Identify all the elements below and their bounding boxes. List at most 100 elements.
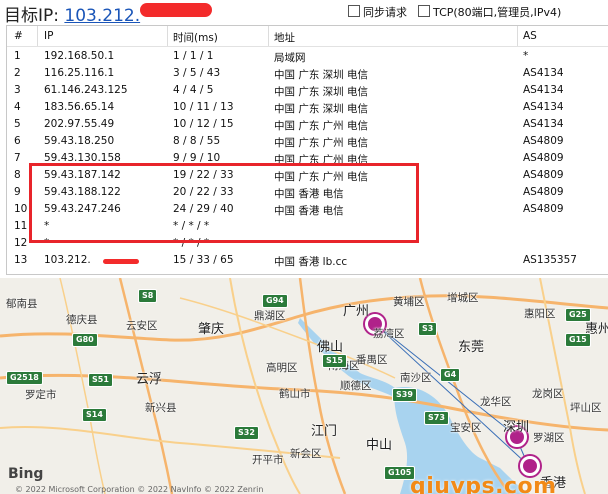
hop-number: 1: [14, 50, 21, 62]
hop-number: 13: [14, 254, 28, 266]
col-header-index[interactable]: #: [14, 30, 23, 42]
column-divider[interactable]: [517, 26, 518, 46]
hop-address: 中国 香港 lb.cc: [274, 256, 348, 268]
hop-address: 中国 广东 深圳 电信: [274, 103, 369, 115]
hop-time: 1 / 1 / 1: [173, 50, 214, 62]
hop-as: AS4809: [523, 186, 564, 198]
map-label: 东莞: [458, 340, 485, 355]
road-shield: S8: [138, 289, 158, 303]
map-label: 鹤山市: [279, 388, 311, 400]
table-row[interactable]: 6 59.43.18.250 8 / 8 / 55 中国 广东 广州 电信 AS4809: [7, 133, 608, 150]
site-watermark: qiuvps.com: [410, 474, 557, 494]
map-label: 龙华区: [480, 396, 512, 408]
map-label: 荔湾区: [373, 328, 405, 340]
hop-ip: 192.168.50.1: [44, 50, 115, 62]
hop-time: 8 / 8 / 55: [173, 135, 221, 147]
hop-as: AS135357: [523, 254, 577, 266]
col-header-ip[interactable]: IP: [44, 30, 53, 42]
map-label: 广州: [343, 304, 370, 319]
map-label: 顺德区: [340, 380, 372, 392]
hop-ip: 116.25.116.1: [44, 67, 115, 79]
map-label: 中山: [366, 438, 393, 453]
map-label: 江门: [311, 424, 338, 439]
table-row[interactable]: 5 202.97.55.49 10 / 12 / 15 中国 广东 广州 电信 AS41…: [7, 116, 608, 133]
sync-request-label: 同步请求: [363, 6, 407, 19]
map-label: 龙岗区: [532, 388, 564, 400]
tcp-option[interactable]: TCP(80端口,管理员,IPv4): [418, 4, 561, 20]
hop-number: 4: [14, 101, 21, 113]
table-row[interactable]: 4 183.56.65.14 10 / 11 / 13 中国 广东 深圳 电信 AS41…: [7, 99, 608, 116]
redaction-mark: [103, 259, 139, 264]
hop-as: *: [523, 50, 529, 62]
target-ip-title: 目标IP: 103.212.: [4, 1, 140, 26]
hop-time: 10 / 12 / 15: [173, 118, 234, 130]
hop-number: 3: [14, 84, 21, 96]
map-label: 开平市: [252, 454, 284, 466]
hop-number: 2: [14, 67, 21, 79]
column-divider[interactable]: [167, 26, 168, 46]
road-shield: G94: [262, 294, 288, 308]
hop-number: 12: [14, 237, 28, 249]
hop-number: 6: [14, 135, 21, 147]
hop-as: AS4809: [523, 135, 564, 147]
sync-request-option[interactable]: 同步请求: [348, 4, 407, 20]
map-label: 新兴县: [145, 402, 177, 414]
top-bar: 目标IP: 103.212. 同步请求 TCP(80端口,管理员,IPv4): [0, 0, 608, 26]
route-map[interactable]: 郁南县 德庆县 云安区 肇庆 鼎湖区 广州 黄埔区 增城区 惠阳区 惠州 荔湾区…: [0, 278, 608, 494]
table-header: # IP 时间(ms) 地址 AS: [7, 26, 608, 47]
hop-time: 15 / 33 / 65: [173, 254, 234, 266]
hop-number: 8: [14, 169, 21, 181]
col-header-time[interactable]: 时间(ms): [173, 30, 218, 45]
route-pin-hongkong[interactable]: [520, 456, 540, 476]
hop-as: AS4134: [523, 101, 564, 113]
table-row[interactable]: 1 192.168.50.1 1 / 1 / 1 局域网 *: [7, 48, 608, 65]
map-label: 黄埔区: [393, 296, 425, 308]
col-header-as[interactable]: AS: [523, 30, 537, 42]
hop-time: 3 / 5 / 43: [173, 67, 221, 79]
hop-ip: 61.146.243.125: [44, 84, 128, 96]
table-row[interactable]: 2 116.25.116.1 3 / 5 / 43 中国 广东 深圳 电信 AS4134: [7, 65, 608, 82]
map-label: 增城区: [447, 292, 479, 304]
map-label: 佛山: [317, 340, 344, 355]
table-row[interactable]: 3 61.146.243.125 4 / 4 / 5 中国 广东 深圳 电信 AS413…: [7, 82, 608, 99]
column-divider[interactable]: [37, 26, 38, 46]
map-label: 肇庆: [198, 322, 225, 337]
map-label: 郁南县: [6, 298, 38, 310]
map-label: 高明区: [266, 362, 298, 374]
map-label: 番禺区: [356, 354, 388, 366]
road-shield: S39: [392, 388, 417, 402]
hop-as: AS4809: [523, 152, 564, 164]
road-shield: S14: [82, 408, 107, 422]
col-header-address[interactable]: 地址: [274, 30, 295, 45]
hop-address: 局域网: [274, 52, 306, 64]
tcp-checkbox[interactable]: [418, 5, 430, 17]
table-row[interactable]: 13 103.212. 15 / 33 / 65 中国 香港 lb.cc AS13535…: [7, 252, 608, 269]
hop-address: 中国 广东 深圳 电信: [274, 69, 369, 81]
map-label: 云安区: [126, 320, 158, 332]
road-shield: S15: [322, 354, 347, 368]
hop-address: 中国 广东 广州 电信: [274, 120, 369, 132]
hop-as: AS4134: [523, 84, 564, 96]
map-label: 罗湖区: [533, 432, 565, 444]
column-divider[interactable]: [268, 26, 269, 46]
highlight-box: [29, 163, 419, 243]
road-shield: S32: [234, 426, 259, 440]
road-shield: G4: [440, 368, 461, 382]
hop-ip: 202.97.55.49: [44, 118, 115, 130]
sync-request-checkbox[interactable]: [348, 5, 360, 17]
hop-as: AS4134: [523, 67, 564, 79]
map-label: 南沙区: [400, 372, 432, 384]
hop-address: 中国 广东 深圳 电信: [274, 86, 369, 98]
hop-number: 11: [14, 220, 28, 232]
map-copyright: © 2022 Microsoft Corporation © 2022 NavI…: [15, 485, 264, 494]
hop-number: 7: [14, 152, 21, 164]
bing-logo-text: Bing: [8, 466, 44, 482]
target-ip-link[interactable]: 103.212.: [64, 6, 140, 26]
road-shield: G25: [565, 308, 591, 322]
bing-logo: Bing: [8, 466, 43, 482]
hop-as: AS4809: [523, 169, 564, 181]
hop-as: AS4809: [523, 203, 564, 215]
map-label: 鼎湖区: [254, 310, 286, 322]
hop-as: AS4134: [523, 118, 564, 130]
road-shield: S51: [88, 373, 113, 387]
